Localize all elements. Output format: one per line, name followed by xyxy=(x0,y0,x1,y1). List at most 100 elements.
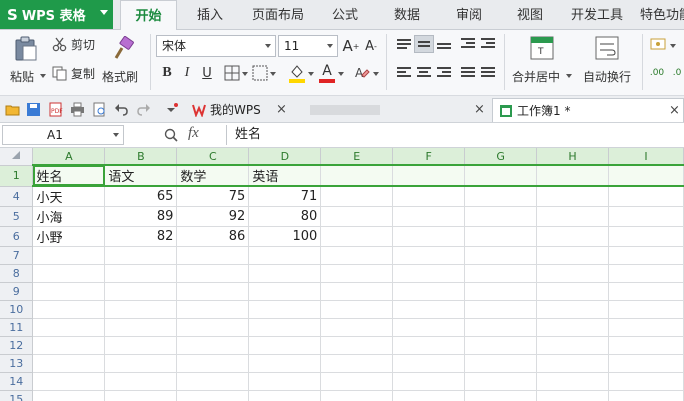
increase-font-icon[interactable]: A + xyxy=(342,36,360,56)
format-painter-button[interactable]: 格式刷 xyxy=(102,32,146,94)
cell[interactable] xyxy=(536,246,609,265)
cell[interactable] xyxy=(392,186,466,207)
cell[interactable] xyxy=(536,354,609,373)
cell[interactable] xyxy=(608,264,684,283)
cell[interactable] xyxy=(320,336,394,355)
cell[interactable] xyxy=(392,372,466,391)
row-header[interactable]: 13 xyxy=(0,354,34,373)
cell[interactable]: 65 xyxy=(104,186,178,207)
cell[interactable]: 71 xyxy=(248,186,322,207)
cell[interactable] xyxy=(608,336,684,355)
align-middle-icon[interactable] xyxy=(414,35,434,53)
cell[interactable] xyxy=(248,246,322,265)
cell[interactable] xyxy=(320,354,394,373)
close-icon[interactable]: × xyxy=(669,99,680,123)
cell[interactable] xyxy=(464,300,538,319)
cell[interactable] xyxy=(248,390,322,401)
cell[interactable] xyxy=(248,318,322,337)
column-header-d[interactable]: D xyxy=(248,148,322,166)
column-header-e[interactable]: E xyxy=(320,148,394,166)
tab-home[interactable]: 开始 xyxy=(120,0,177,31)
cell[interactable] xyxy=(320,390,394,401)
cell[interactable] xyxy=(536,282,609,301)
distribute-icon[interactable] xyxy=(478,63,498,81)
cell[interactable] xyxy=(464,264,538,283)
cell[interactable] xyxy=(248,282,322,301)
cell[interactable] xyxy=(392,318,466,337)
cell[interactable] xyxy=(608,390,684,401)
align-top-icon[interactable] xyxy=(394,35,414,53)
cell[interactable] xyxy=(464,336,538,355)
cell[interactable] xyxy=(176,246,250,265)
row-header[interactable]: 10 xyxy=(0,300,34,319)
cell[interactable]: 82 xyxy=(104,226,178,247)
tab-formula[interactable]: 公式 xyxy=(318,0,372,30)
cell[interactable] xyxy=(392,282,466,301)
cell[interactable] xyxy=(104,282,178,301)
align-right-icon[interactable] xyxy=(434,63,454,81)
column-header-g[interactable]: G xyxy=(464,148,538,166)
decrease-font-icon[interactable]: A- xyxy=(362,36,380,56)
cell[interactable] xyxy=(104,318,178,337)
column-header-i[interactable]: I xyxy=(608,148,684,166)
cell[interactable] xyxy=(176,300,250,319)
cell[interactable] xyxy=(248,354,322,373)
cell[interactable] xyxy=(320,164,394,187)
row-header[interactable]: 9 xyxy=(0,282,34,301)
cell[interactable] xyxy=(176,264,250,283)
cell[interactable] xyxy=(32,246,106,265)
row-header[interactable]: 15 xyxy=(0,390,34,401)
cell[interactable] xyxy=(536,206,609,227)
cell[interactable] xyxy=(248,300,322,319)
cell[interactable] xyxy=(464,318,538,337)
cell[interactable] xyxy=(464,186,538,207)
fill-color-icon[interactable] xyxy=(288,63,306,83)
cell[interactable] xyxy=(104,246,178,265)
formula-input[interactable]: 姓名 xyxy=(226,125,682,145)
customize-toolbar-icon[interactable] xyxy=(164,102,179,117)
function-icon[interactable]: fx xyxy=(188,125,199,142)
cell[interactable] xyxy=(104,390,178,401)
paste-button[interactable]: 粘贴 xyxy=(4,32,48,94)
cell[interactable]: 英语 xyxy=(248,164,322,187)
cell[interactable] xyxy=(32,390,106,401)
tab-insert[interactable]: 插入 xyxy=(182,0,238,30)
cell[interactable] xyxy=(104,354,178,373)
cut-button[interactable]: 剪切 xyxy=(52,34,100,54)
cell[interactable] xyxy=(392,264,466,283)
row-header[interactable]: 8 xyxy=(0,264,34,283)
cell[interactable] xyxy=(104,336,178,355)
folder-open-icon[interactable] xyxy=(5,102,20,117)
cell[interactable] xyxy=(392,206,466,227)
column-header-a[interactable]: A xyxy=(32,148,106,166)
cell[interactable] xyxy=(320,282,394,301)
cell[interactable] xyxy=(176,318,250,337)
font-name-select[interactable]: 宋体 xyxy=(156,35,276,57)
cell[interactable]: 86 xyxy=(176,226,250,247)
copy-button[interactable]: 复制 xyxy=(52,63,100,83)
app-menu-button[interactable]: S WPS 表格 xyxy=(0,0,113,29)
cell[interactable] xyxy=(320,318,394,337)
cell[interactable] xyxy=(608,226,684,247)
align-bottom-icon[interactable] xyxy=(434,35,454,53)
cell[interactable] xyxy=(536,186,609,207)
cell[interactable] xyxy=(392,226,466,247)
cell[interactable] xyxy=(392,246,466,265)
cell[interactable] xyxy=(608,246,684,265)
cell[interactable] xyxy=(536,390,609,401)
cell[interactable] xyxy=(464,390,538,401)
cell[interactable] xyxy=(176,372,250,391)
cell[interactable] xyxy=(104,264,178,283)
font-color-icon[interactable]: A xyxy=(318,61,336,81)
align-left-icon[interactable] xyxy=(394,63,414,81)
indent-increase-icon[interactable] xyxy=(478,35,498,53)
cell[interactable] xyxy=(32,372,106,391)
increase-decimal-icon[interactable]: .00 xyxy=(648,64,666,82)
justify-icon[interactable] xyxy=(458,63,478,81)
cell[interactable] xyxy=(536,164,609,187)
wrap-text-button[interactable]: 自动换行 xyxy=(576,32,638,94)
cell[interactable] xyxy=(320,206,394,227)
row-header[interactable]: 5 xyxy=(0,206,34,227)
decrease-decimal-icon[interactable]: .0 xyxy=(668,64,684,82)
cell[interactable] xyxy=(32,354,106,373)
